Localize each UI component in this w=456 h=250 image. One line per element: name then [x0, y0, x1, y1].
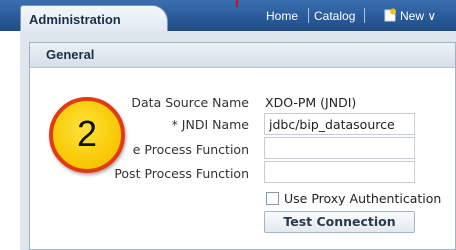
red-pointer-line	[236, 0, 238, 7]
data-source-name-label: Data Source Name	[131, 95, 249, 110]
nav-new-menu[interactable]: New ∨	[400, 9, 436, 23]
post-process-function-label: Post Process Function	[114, 166, 249, 181]
tab-administration[interactable]: Administration	[20, 5, 168, 33]
top-header: Administration Home Catalog New ∨	[0, 0, 456, 33]
pre-process-function-field[interactable]	[264, 137, 415, 159]
jndi-name-label: * JNDI Name	[171, 117, 249, 132]
data-source-name-value: XDO-PM (JNDI)	[265, 95, 357, 110]
nav-separator	[364, 8, 365, 23]
step-number-badge: 2	[49, 97, 125, 173]
test-connection-button[interactable]: Test Connection	[264, 211, 415, 233]
pre-process-function-label: e Process Function	[132, 142, 249, 157]
new-document-icon[interactable]	[384, 8, 397, 22]
panel-title: General	[46, 47, 95, 62]
tab-administration-label: Administration	[29, 12, 121, 27]
panel-header: General	[30, 43, 455, 68]
nav-home-link[interactable]: Home	[266, 9, 298, 23]
post-process-function-field[interactable]	[264, 161, 415, 183]
use-proxy-checkbox[interactable]	[266, 192, 279, 205]
use-proxy-label: Use Proxy Authentication	[284, 191, 442, 206]
nav-separator	[308, 8, 309, 23]
jndi-name-field[interactable]	[264, 113, 415, 135]
nav-catalog-link[interactable]: Catalog	[314, 9, 355, 23]
